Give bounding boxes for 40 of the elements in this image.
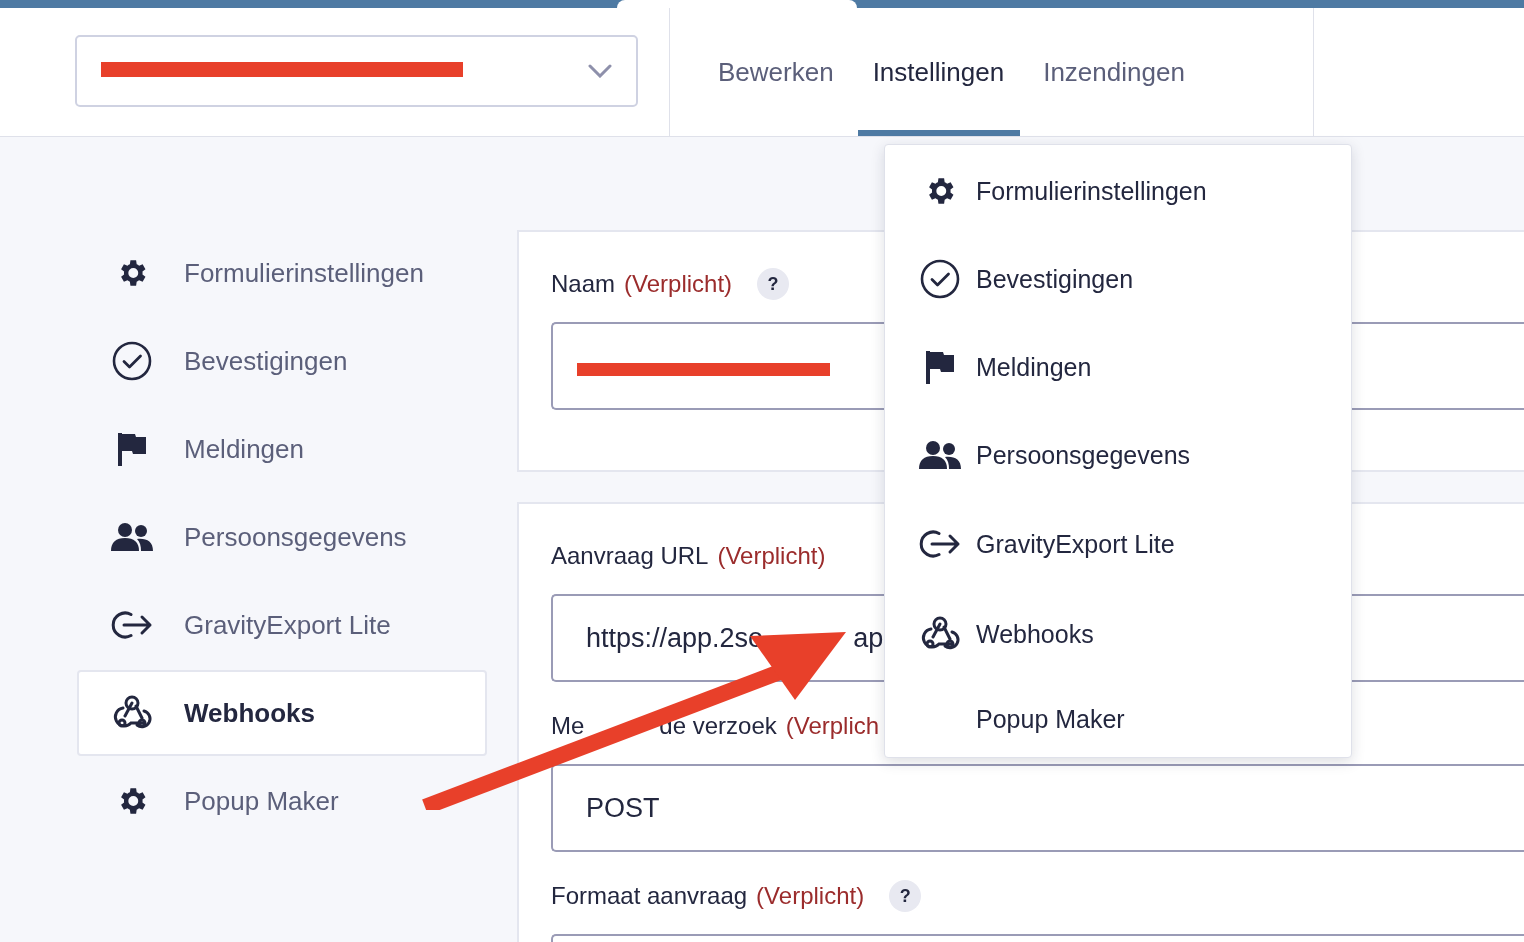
check-circle-icon bbox=[920, 259, 960, 299]
help-icon[interactable]: ? bbox=[757, 268, 790, 300]
flag-icon bbox=[116, 432, 148, 466]
menu-item[interactable]: Meldingen bbox=[885, 323, 1351, 411]
field-value: POST bbox=[586, 792, 660, 824]
required-label: (Verplicht) bbox=[756, 882, 865, 910]
menu-item[interactable]: Bevestigingen bbox=[885, 235, 1351, 323]
tab[interactable]: Inzendingen bbox=[1028, 8, 1201, 136]
users-icon bbox=[111, 522, 153, 552]
required-label: (Verplich bbox=[785, 712, 880, 740]
menu-item[interactable]: GravityExport Lite bbox=[885, 499, 1351, 589]
field-label: Naam bbox=[551, 270, 616, 298]
chevron-down-icon bbox=[588, 64, 612, 78]
field-label: Me bbox=[551, 712, 585, 740]
sign-in-icon bbox=[919, 529, 961, 559]
required-label: (Verplicht) bbox=[717, 542, 826, 570]
field-label: Aanvraag URL bbox=[551, 542, 709, 570]
menu-item[interactable]: Persoonsgegevens bbox=[885, 411, 1351, 499]
required-label: (Verplicht) bbox=[624, 270, 733, 298]
menu-item[interactable]: Formulierinstellingen bbox=[885, 147, 1351, 235]
help-icon[interactable]: ? bbox=[889, 880, 922, 912]
sidebar-item[interactable]: Meldingen bbox=[77, 406, 487, 492]
sidebar-item[interactable]: Bevestigingen bbox=[77, 318, 487, 404]
tab[interactable]: Instellingen bbox=[857, 8, 1021, 136]
field-value: https://app.2so bbox=[586, 622, 764, 654]
users-icon bbox=[919, 440, 961, 470]
field-label: Formaat aanvraag bbox=[551, 882, 748, 910]
field-value: ap bbox=[853, 622, 884, 654]
flag-icon bbox=[924, 350, 956, 384]
sidebar-item[interactable]: GravityExport Lite bbox=[77, 582, 487, 668]
menu-item[interactable]: Popup Maker bbox=[885, 679, 1351, 759]
check-circle-icon bbox=[112, 341, 152, 381]
input-field[interactable]: POST bbox=[551, 764, 1524, 852]
tab[interactable]: Bewerken bbox=[703, 8, 850, 136]
sidebar-item[interactable]: Webhooks bbox=[77, 670, 487, 756]
sign-in-icon bbox=[111, 610, 153, 640]
sidebar-item[interactable]: Popup Maker bbox=[77, 758, 487, 844]
form-select[interactable] bbox=[75, 35, 638, 107]
sidebar-item[interactable]: Persoonsgegevens bbox=[77, 494, 487, 580]
sidebar-item[interactable]: Formulierinstellingen bbox=[77, 230, 487, 316]
